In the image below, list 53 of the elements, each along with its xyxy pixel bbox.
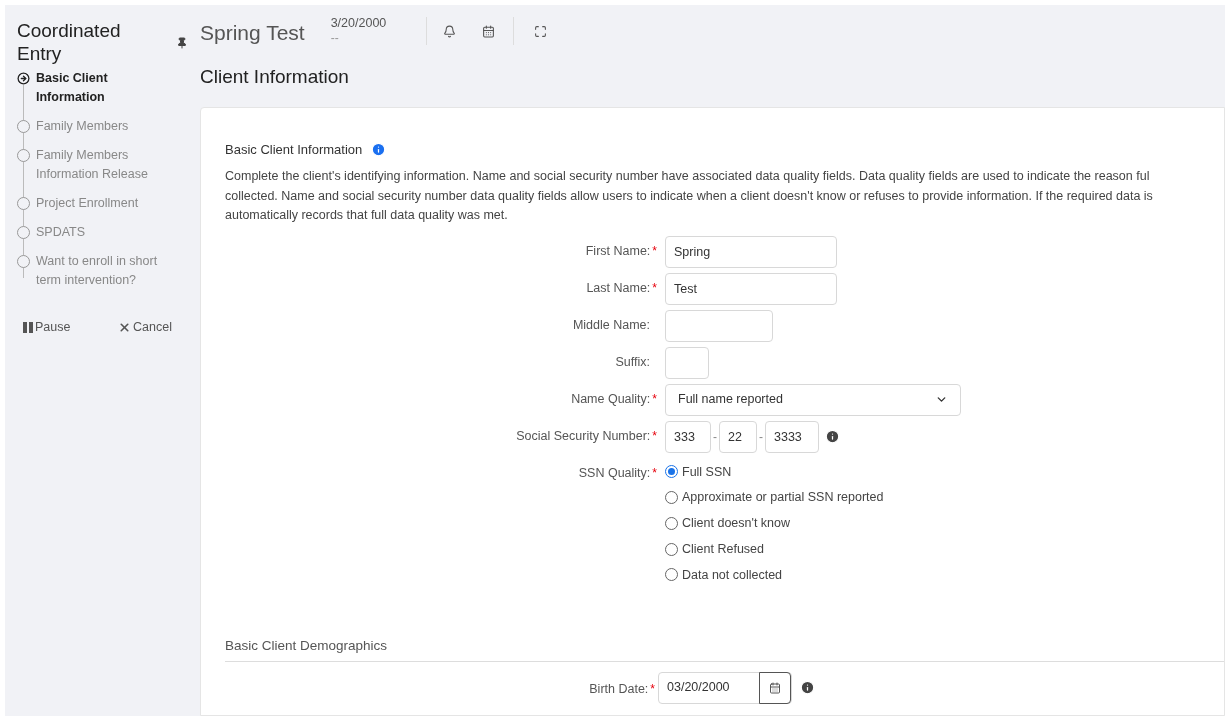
- step-link[interactable]: Basic Client Information: [36, 69, 176, 107]
- radio-label: Client Refused: [682, 540, 764, 558]
- date-field[interactable]: 03/20/2000: [658, 671, 792, 704]
- field-label: SSN Quality:: [578, 464, 651, 482]
- text-field[interactable]: [665, 346, 709, 379]
- radio-label: Data not collected: [682, 566, 783, 584]
- calendar-icon[interactable]: [481, 24, 495, 38]
- radio-label: Client doesn't know: [682, 515, 790, 532]
- date-subtext: --: [330, 32, 340, 43]
- required-mark: *: [652, 279, 657, 297]
- info-icon[interactable]: [800, 679, 815, 695]
- required-mark: *: [652, 242, 657, 260]
- description-text: collected. Name and social security number data quality fields allow users to indicate when a client doesn't know or refuses to provide information. If the required data is: [225, 187, 1154, 205]
- required-mark: *: [652, 390, 657, 408]
- field-label: Birth Date:: [589, 680, 649, 698]
- calendar-icon: [769, 681, 781, 694]
- required-mark: *: [650, 680, 655, 698]
- text-field[interactable]: [665, 309, 773, 342]
- section-title: Basic Client Demographics: [225, 636, 1224, 662]
- client-date: 3/20/2000: [330, 15, 388, 32]
- select-field[interactable]: Full name reported: [665, 383, 961, 416]
- ssn-part-field[interactable]: 3333: [765, 420, 819, 453]
- info-icon[interactable]: [825, 429, 840, 444]
- sidebar-title: Coordinated Entry: [17, 19, 122, 65]
- pause-icon: [23, 321, 33, 333]
- page-title: Client Information: [200, 65, 350, 89]
- section-title: Basic Client Information: [225, 140, 363, 159]
- separator-dash: -: [758, 428, 764, 446]
- pin-icon[interactable]: [176, 37, 188, 49]
- cancel-button[interactable]: Cancel: [118, 318, 172, 337]
- bell-icon[interactable]: [442, 24, 456, 38]
- radio-label: Full SSN: [682, 463, 732, 481]
- description-text: Complete the client's identifying information. Name and social security number have associated data quality fields. Data quality fields are used to indicate the reason ful: [225, 168, 1151, 185]
- text-field[interactable]: Test: [665, 272, 837, 305]
- text-field[interactable]: Spring: [665, 235, 837, 268]
- field-label: Suffix:: [615, 353, 650, 371]
- field-label: Last Name:: [586, 279, 651, 297]
- required-mark: *: [652, 427, 657, 445]
- pause-button[interactable]: Pause: [23, 318, 71, 337]
- fullscreen-icon[interactable]: [533, 24, 547, 38]
- field-label: Name Quality:: [571, 390, 651, 408]
- radio-label: Approximate or partial SSN reported: [682, 489, 884, 507]
- calendar-button[interactable]: [759, 671, 791, 704]
- field-label: Middle Name:: [572, 316, 650, 334]
- info-icon[interactable]: [371, 141, 387, 157]
- required-mark: *: [652, 464, 657, 482]
- field-label: Social Security Number:: [516, 427, 651, 445]
- ssn-part-field[interactable]: 333: [665, 420, 711, 453]
- client-name: Spring Test: [200, 20, 305, 46]
- separator-dash: -: [712, 428, 718, 446]
- field-label: First Name:: [585, 242, 651, 260]
- description-text: automatically records that full data quality was met.: [225, 207, 509, 224]
- ssn-part-field[interactable]: 22: [719, 420, 757, 453]
